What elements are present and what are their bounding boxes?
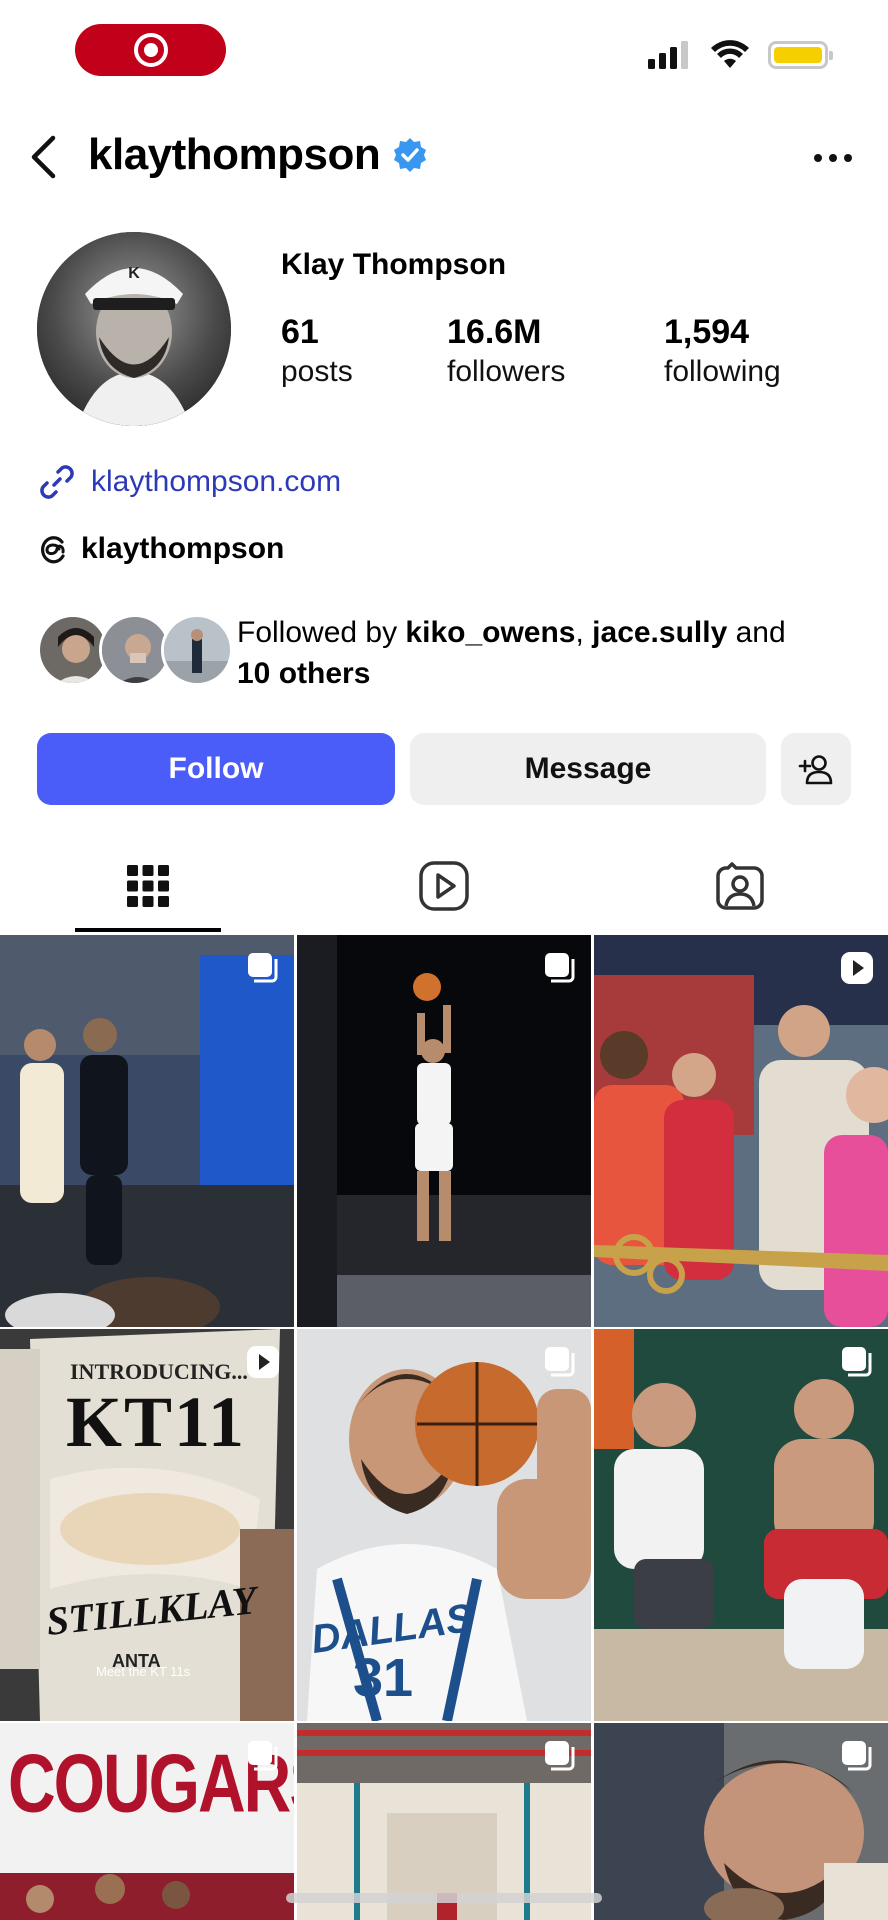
carousel-icon [545, 1347, 575, 1377]
following-count: 1,594 [664, 313, 750, 351]
signal-icon [648, 41, 688, 69]
follow-button[interactable]: Follow [37, 733, 395, 805]
video-icon [841, 952, 873, 984]
home-indicator[interactable] [286, 1893, 602, 1903]
back-button[interactable] [18, 132, 68, 182]
active-tab-indicator [75, 928, 221, 932]
followed-by-text: Followed by kiko_owens, jace.sully and 10… [237, 612, 857, 694]
svg-text:K: K [128, 265, 140, 282]
more-icon [814, 154, 852, 162]
following-label: following [664, 355, 781, 388]
carousel-icon [545, 953, 575, 983]
followers-count: 16.6M [447, 313, 542, 351]
status-icons [648, 40, 833, 70]
message-button[interactable]: Message [410, 733, 766, 805]
profile-display-name: Klay Thompson [281, 248, 507, 281]
profile-username: klaythompson [88, 130, 381, 179]
profile-tabs [0, 840, 888, 932]
screen-record-indicator[interactable] [75, 24, 226, 76]
post-overlay-headline-2: KT11 [66, 1382, 247, 1462]
username-row: klaythompson [88, 130, 428, 180]
threads-link[interactable]: klaythompson [37, 532, 284, 566]
grid-post-8[interactable] [297, 1723, 591, 1920]
mutual-avatars [37, 612, 237, 688]
followed-by-separator: , [575, 616, 593, 649]
grid-post-1[interactable] [0, 935, 294, 1327]
followed-by-and: and [727, 616, 786, 649]
grid-post-9[interactable] [594, 1723, 888, 1920]
mutual-user-2[interactable]: jace.sully [592, 616, 727, 649]
carousel-icon [842, 1347, 872, 1377]
back-icon [31, 135, 56, 179]
profile-stats: 61 posts 16.6M followers 1,594 following [281, 312, 781, 392]
grid-post-4[interactable]: INTRODUCING... KT11 STILLKLAY ANTA Meet … [0, 1329, 294, 1721]
carousel-icon [545, 1741, 575, 1771]
grid-post-3[interactable] [594, 935, 888, 1327]
link-icon [40, 465, 74, 499]
followers-label: followers [447, 355, 566, 388]
wifi-icon [711, 40, 749, 68]
mutual-avatar-3 [161, 614, 233, 686]
tab-posts[interactable] [0, 840, 296, 932]
followers-stat[interactable]: 16.6M followers [447, 312, 664, 392]
video-icon [247, 1346, 279, 1378]
jersey-number: 31 [353, 1648, 414, 1708]
carousel-icon [842, 1741, 872, 1771]
tab-tagged[interactable] [592, 840, 888, 932]
threads-handle: klaythompson [81, 532, 285, 565]
threads-icon [41, 536, 65, 564]
battery-icon [768, 41, 833, 69]
tagged-icon [716, 862, 764, 910]
website-link[interactable]: klaythompson.com [37, 462, 341, 502]
carousel-icon [248, 953, 278, 983]
suggest-people-button[interactable] [781, 733, 851, 805]
posts-count: 61 [281, 313, 319, 351]
more-options-button[interactable] [808, 140, 858, 176]
followed-by-prefix: Followed by [237, 616, 406, 649]
grid-post-7[interactable]: COUGARS [0, 1723, 294, 1920]
grid-icon [127, 865, 169, 907]
reels-icon [419, 861, 469, 911]
tab-reels[interactable] [296, 840, 592, 932]
add-person-icon [798, 755, 833, 785]
post-caption: Meet the KT 11s [96, 1664, 191, 1679]
mutual-user-1[interactable]: kiko_owens [405, 616, 575, 649]
status-bar [0, 0, 888, 110]
carousel-icon [248, 1741, 278, 1771]
grid-post-6[interactable] [594, 1329, 888, 1721]
profile-header: klaythompson [0, 120, 888, 195]
verified-badge-icon [394, 138, 427, 172]
posts-stat[interactable]: 61 posts [281, 312, 447, 392]
mutual-others[interactable]: 10 others [237, 657, 370, 690]
screen-record-icon [133, 33, 168, 67]
grid-post-2[interactable] [297, 935, 591, 1327]
profile-avatar[interactable]: K [37, 232, 231, 426]
followed-by[interactable]: Followed by kiko_owens, jace.sully and 10… [37, 612, 857, 694]
grid-post-5[interactable]: DALLAS 31 [297, 1329, 591, 1721]
following-stat[interactable]: 1,594 following [664, 312, 781, 392]
posts-label: posts [281, 355, 353, 388]
website-url: klaythompson.com [91, 465, 342, 498]
